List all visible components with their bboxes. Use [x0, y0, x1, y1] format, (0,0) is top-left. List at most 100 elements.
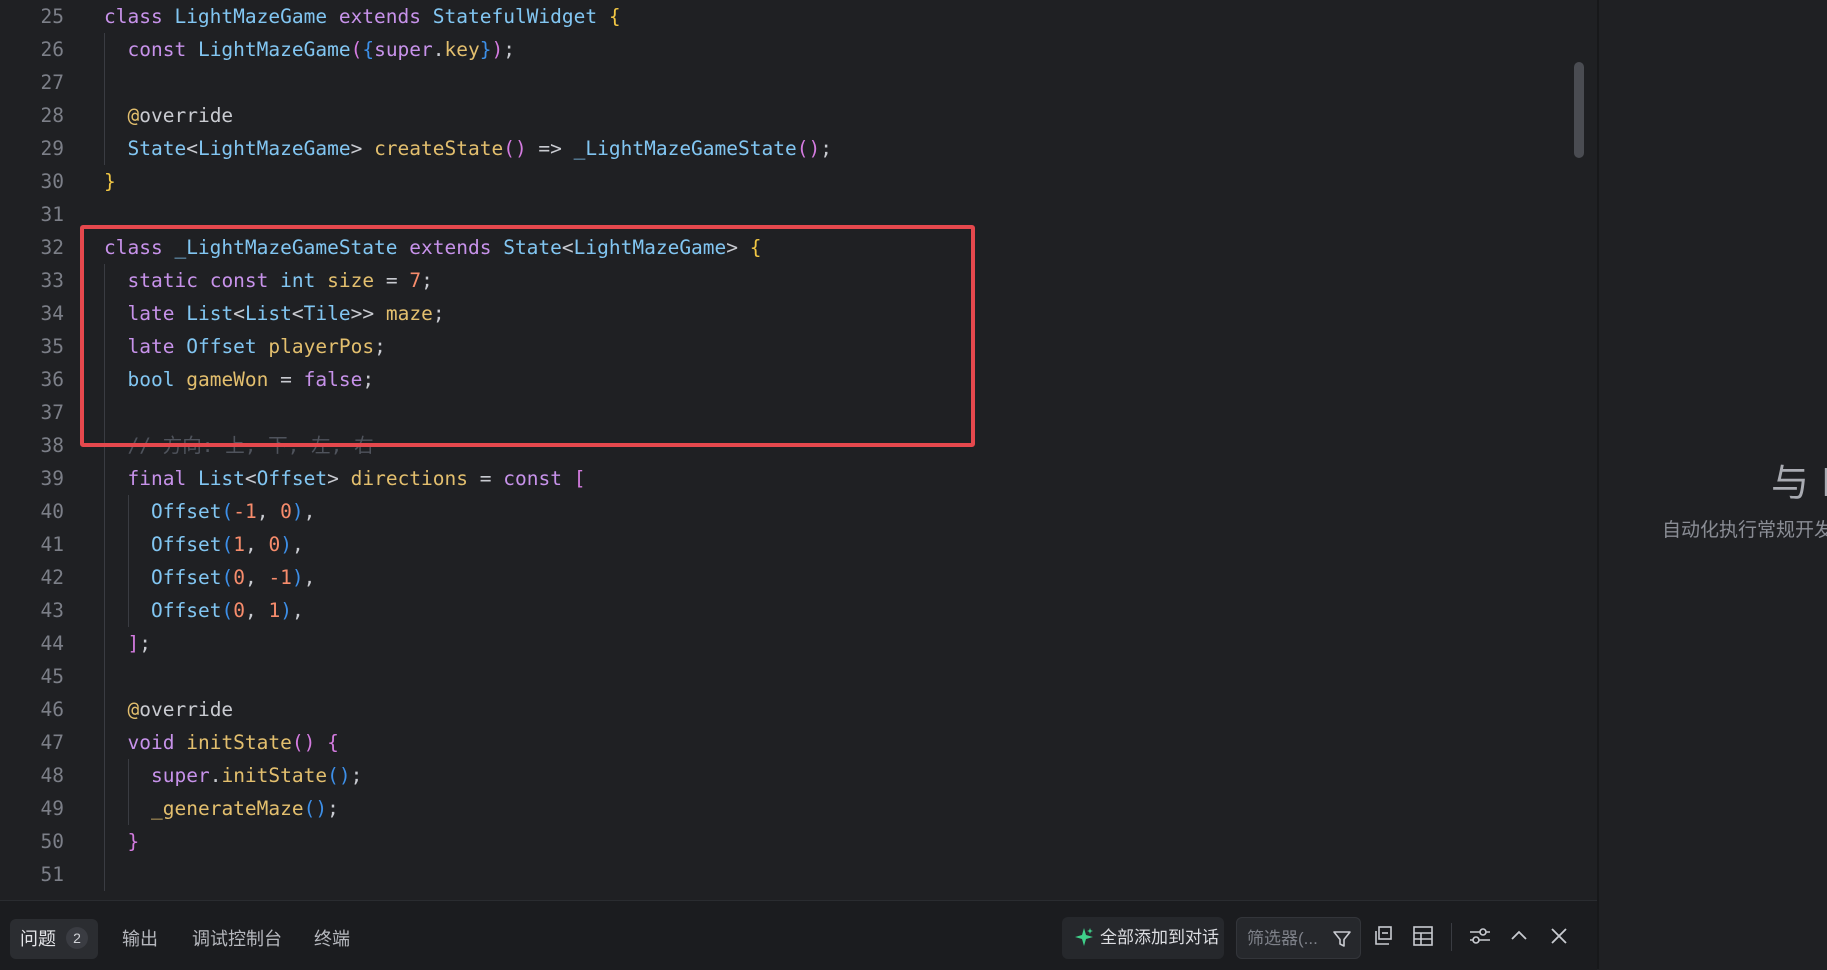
code-token: LightMazeGame [197, 137, 351, 160]
code-token: ( [221, 566, 234, 589]
code-line[interactable]: 30} [0, 165, 1570, 198]
code-line[interactable]: 48 super.initState(); [0, 759, 1570, 792]
editor-scrollbar-thumb[interactable] [1574, 62, 1584, 158]
code-token: bool [127, 368, 175, 391]
code-token: initState [221, 764, 328, 787]
line-number: 42 [40, 566, 64, 589]
settings-sliders-icon[interactable] [1467, 923, 1493, 949]
filter-icon[interactable] [1332, 929, 1352, 949]
line-number: 35 [40, 335, 64, 358]
code-token: const [127, 38, 187, 61]
chat-panel: 与 I 自动化执行常规开发 [1599, 0, 1827, 969]
code-line[interactable]: 44]; [0, 627, 1570, 660]
code-token: () [303, 797, 328, 820]
code-token: , [244, 566, 269, 589]
collapse-all-icon[interactable] [1371, 923, 1397, 949]
code-token: = [374, 269, 410, 292]
code-token: 7 [409, 269, 422, 292]
code-line[interactable]: 51 [0, 858, 1570, 891]
code-token: void [127, 731, 175, 754]
tab-output-label: 输出 [122, 929, 158, 949]
code-line[interactable]: 38 // 方向: 上, 下, 左, 右 [0, 429, 1570, 462]
code-token: , [244, 599, 269, 622]
code-token: , [303, 500, 316, 523]
code-line[interactable]: 49 _generateMaze(); [0, 792, 1570, 825]
code-text: class LightMazeGame extends StatefulWidg… [104, 0, 621, 33]
problems-filter[interactable] [1236, 917, 1361, 959]
code-token: static [127, 269, 198, 292]
code-token: int [280, 269, 316, 292]
code-line[interactable]: 39 final List<Offset> directions = const … [0, 462, 1570, 495]
code-line[interactable]: 35 late Offset playerPos; [0, 330, 1570, 363]
code-line[interactable]: 34 late List<List<Tile>> maze; [0, 297, 1570, 330]
code-line[interactable]: 43 Offset(0, 1), [0, 594, 1570, 627]
code-token: ; [362, 368, 375, 391]
code-token: = [468, 467, 504, 490]
code-line[interactable]: 26 const LightMazeGame({super.key}); [0, 33, 1570, 66]
code-line[interactable]: 27 [0, 66, 1570, 99]
add-all-to-chat-button[interactable]: 全部添加到对话 [1062, 917, 1224, 959]
code-line[interactable]: 50} [0, 825, 1570, 858]
code-token: 0 [233, 566, 245, 589]
problems-count-badge: 2 [66, 927, 88, 949]
code-line[interactable]: 45 [0, 660, 1570, 693]
table-view-icon[interactable] [1410, 923, 1436, 949]
sparkle-icon [1075, 928, 1093, 946]
code-token: List [186, 302, 234, 325]
tab-output[interactable]: 输出 [112, 919, 168, 959]
tab-terminal[interactable]: 终端 [304, 919, 360, 959]
code-token: size [327, 269, 375, 292]
code-line[interactable]: 37 [0, 396, 1570, 429]
code-token: const [209, 269, 269, 292]
code-line[interactable]: 32 class _LightMazeGameState extends Stat… [0, 231, 1570, 264]
code-token: ; [432, 302, 445, 325]
chat-panel-title: 与 I [1771, 461, 1827, 505]
code-line[interactable]: 31 [0, 198, 1570, 231]
line-number: 37 [40, 401, 64, 424]
code-token: { [362, 38, 375, 61]
chevron-up-icon[interactable] [1506, 923, 1532, 949]
line-number: 29 [40, 137, 64, 160]
code-line[interactable]: 46 @override [0, 693, 1570, 726]
code-token: ) [491, 38, 504, 61]
code-token: List [197, 467, 245, 490]
code-line[interactable]: 28 @override [0, 99, 1570, 132]
line-number: 41 [40, 533, 64, 556]
code-line[interactable]: 40 Offset(-1, 0), [0, 495, 1570, 528]
code-line[interactable]: 29 State<LightMazeGame> createState() => … [0, 132, 1570, 165]
tab-problems[interactable]: 问题 2 [10, 919, 98, 959]
code-token: ; [327, 797, 339, 820]
code-token: = [268, 368, 304, 391]
code-text: late List<List<Tile>> maze; [128, 297, 445, 330]
code-line[interactable]: 47 void initState() { [0, 726, 1570, 759]
code-text: bool gameWon = false; [128, 363, 375, 396]
code-line[interactable]: 25 class LightMazeGame extends StatefulWi… [0, 0, 1570, 33]
code-line[interactable]: 42 Offset(0, -1), [0, 561, 1570, 594]
tab-debug-console[interactable]: 调试控制台 [182, 919, 292, 959]
code-line[interactable]: 36 bool gameWon = false; [0, 363, 1570, 396]
code-token: ) [280, 533, 292, 556]
code-token: < [561, 236, 574, 259]
code-token: false [303, 368, 363, 391]
code-editor[interactable]: 25 class LightMazeGame extends StatefulWi… [0, 0, 1597, 900]
line-number: 50 [40, 830, 64, 853]
code-text: Offset(0, 1), [151, 594, 304, 627]
code-line[interactable]: 33 static const int size = 7; [0, 264, 1570, 297]
code-token: ( [221, 599, 234, 622]
close-icon[interactable] [1546, 923, 1572, 949]
filter-input[interactable] [1245, 926, 1335, 952]
code-text: final List<Offset> directions = const [ [128, 462, 586, 495]
line-number: 25 [40, 5, 64, 28]
code-token: () [291, 731, 316, 754]
code-token: LightMazeGame [174, 5, 328, 28]
code-line[interactable]: 41 Offset(1, 0), [0, 528, 1570, 561]
code-token: 0 [233, 599, 245, 622]
